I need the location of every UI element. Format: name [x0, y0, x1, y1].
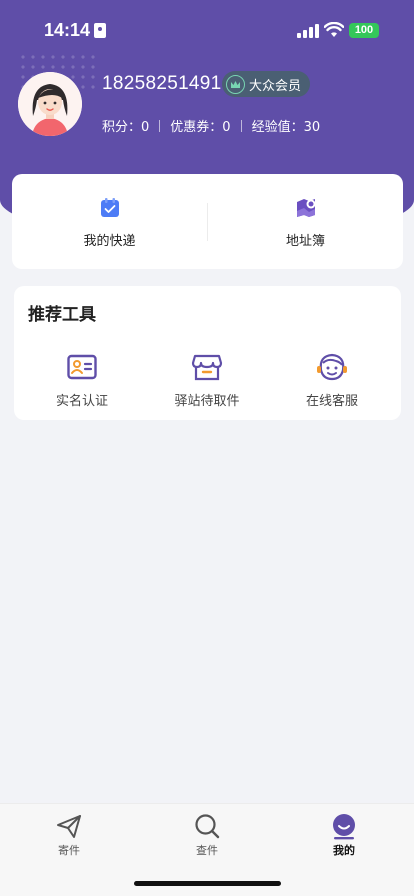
- home-indicator[interactable]: [134, 881, 281, 886]
- storefront-icon: [191, 354, 223, 381]
- tab-track[interactable]: 查件: [167, 812, 247, 858]
- id-card-icon: [67, 354, 97, 380]
- battery-indicator: 100: [349, 23, 379, 38]
- paper-plane-icon: [57, 815, 81, 838]
- map-location-icon: [296, 198, 315, 217]
- crown-icon: [226, 74, 245, 94]
- tab-profile-label: 我的: [333, 844, 355, 857]
- tab-profile[interactable]: 我的: [304, 812, 384, 858]
- account-stats: 积分：0 优惠券：0 经验值：30: [102, 116, 320, 135]
- status-bar: 14:14 100: [0, 0, 414, 56]
- address-book-button[interactable]: 地址簿: [208, 195, 403, 249]
- points-stat[interactable]: 积分：0: [102, 116, 149, 135]
- customer-service-icon: [317, 353, 347, 381]
- tab-track-label: 查件: [196, 844, 218, 857]
- tools-row: 实名认证 驿站待取件 在线客服: [28, 352, 386, 409]
- member-level-badge[interactable]: 大众会员: [222, 71, 311, 97]
- real-name-verification-label: 实名认证: [55, 394, 108, 409]
- wifi-icon: [324, 22, 344, 37]
- cellular-signal-icon: [297, 24, 319, 38]
- tab-send-label: 寄件: [58, 844, 80, 857]
- profile-icon: [333, 814, 355, 840]
- member-level-label: 大众会员: [249, 78, 302, 94]
- online-support-label: 在线客服: [305, 394, 358, 409]
- avatar-illustration: [18, 72, 82, 136]
- avatar[interactable]: [18, 72, 82, 136]
- experience-stat[interactable]: 经验值：30: [252, 116, 321, 135]
- quick-access-card: 我的快递 地址簿: [12, 174, 403, 269]
- coupons-stat[interactable]: 优惠券：0: [170, 116, 230, 135]
- tab-send[interactable]: 寄件: [29, 812, 109, 858]
- stat-divider: [240, 119, 242, 132]
- search-icon: [195, 814, 220, 839]
- my-packages-button[interactable]: 我的快递: [12, 195, 207, 249]
- recommended-tools-card: 推荐工具 实名认证 驿站待取件 在线客服: [14, 286, 401, 420]
- online-support-button[interactable]: 在线客服: [282, 352, 382, 409]
- status-time: 14:14: [44, 20, 91, 40]
- station-pickup-button[interactable]: 驿站待取件: [157, 352, 257, 409]
- real-name-verification-button[interactable]: 实名认证: [32, 352, 132, 409]
- tools-section-title: 推荐工具: [28, 305, 96, 325]
- my-packages-label: 我的快递: [83, 233, 136, 249]
- id-badge-icon: [94, 23, 106, 38]
- package-list-icon: [100, 197, 119, 217]
- address-book-label: 地址簿: [285, 233, 325, 249]
- user-phone-number: 18258251491: [102, 73, 222, 94]
- station-pickup-label: 驿站待取件: [174, 394, 240, 409]
- stat-divider: [159, 119, 161, 132]
